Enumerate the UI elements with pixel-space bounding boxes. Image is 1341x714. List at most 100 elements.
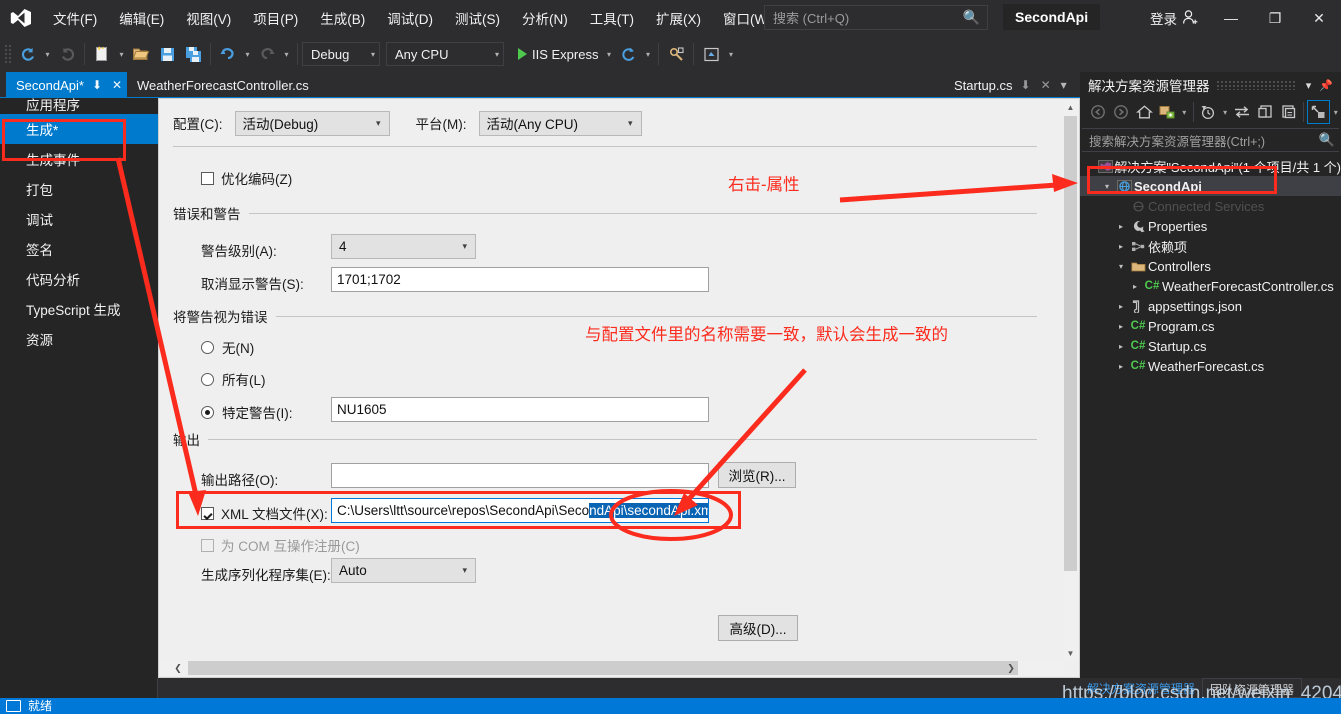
chevron-down-icon[interactable]: ▾ bbox=[1220, 100, 1231, 124]
toolbar-grip[interactable] bbox=[4, 44, 13, 64]
props-category-build[interactable]: 生成* bbox=[0, 114, 158, 144]
tree-item-connected-services[interactable]: Connected Services bbox=[1080, 196, 1341, 216]
props-category-application[interactable]: 应用程序 bbox=[0, 98, 158, 114]
properties-vertical-scrollbar[interactable]: ▲ ▼ bbox=[1063, 100, 1078, 661]
menu-debug[interactable]: 调试(D) bbox=[376, 0, 444, 36]
sync-with-active-document-icon[interactable] bbox=[1230, 100, 1253, 124]
navigate-forward-icon[interactable] bbox=[1109, 100, 1132, 124]
menu-extensions[interactable]: 扩展(X) bbox=[645, 0, 712, 36]
menu-tools[interactable]: 工具(T) bbox=[579, 0, 645, 36]
pin-icon[interactable]: 📌 bbox=[1315, 79, 1337, 92]
solution-explorer-search-input[interactable]: 搜索解决方案资源管理器(Ctrl+;) 🔍 bbox=[1082, 128, 1339, 152]
twisty-collapsed-icon[interactable]: ▸ bbox=[1114, 342, 1128, 351]
tree-item-weatherforecastcontroller[interactable]: ▸ C# WeatherForecastController.cs bbox=[1080, 276, 1341, 296]
tree-item-dependencies[interactable]: ▸ 依赖项 bbox=[1080, 236, 1341, 256]
props-category-resources[interactable]: 资源 bbox=[0, 324, 158, 354]
props-category-signing[interactable]: 签名 bbox=[0, 234, 158, 264]
suppress-warnings-input[interactable]: 1701;1702 bbox=[331, 267, 709, 292]
warning-level-combo[interactable]: 4 ▾ bbox=[331, 234, 476, 259]
props-category-debug[interactable]: 调试 bbox=[0, 204, 158, 234]
chevron-down-icon[interactable]: ▾ bbox=[1179, 100, 1190, 124]
chevron-down-icon[interactable]: ▾ bbox=[1059, 78, 1069, 92]
tab-startup[interactable]: Startup.cs ⬇ ✕ ▾ bbox=[944, 72, 1075, 98]
scroll-left-arrow-icon[interactable]: ❮ bbox=[170, 660, 186, 676]
tree-item-properties[interactable]: ▸ Properties bbox=[1080, 216, 1341, 236]
navigate-back-dropdown-icon[interactable]: ▾ bbox=[41, 41, 54, 67]
menu-view[interactable]: 视图(V) bbox=[175, 0, 242, 36]
properties-horizontal-scrollbar[interactable]: ❮ ❯ bbox=[160, 660, 1065, 676]
advanced-button[interactable]: 高级(D)... bbox=[718, 615, 798, 641]
redo-dropdown-icon[interactable]: ▾ bbox=[280, 41, 293, 67]
refresh-dropdown-icon[interactable]: ▾ bbox=[641, 41, 654, 67]
run-target-dropdown-icon[interactable]: ▾ bbox=[602, 41, 615, 67]
menu-build[interactable]: 生成(B) bbox=[309, 0, 376, 36]
twisty-collapsed-icon[interactable]: ▸ bbox=[1114, 222, 1128, 231]
props-category-code-analysis[interactable]: 代码分析 bbox=[0, 264, 158, 294]
horizontal-scrollbar-thumb[interactable] bbox=[188, 661, 1018, 675]
vertical-scrollbar-thumb[interactable] bbox=[1064, 116, 1077, 571]
tree-item-appsettings-json[interactable]: ▸ appsettings.json bbox=[1080, 296, 1341, 316]
twisty-collapsed-icon[interactable]: ▸ bbox=[1114, 362, 1128, 371]
navigate-back-icon[interactable] bbox=[15, 41, 41, 67]
taskview-icon[interactable] bbox=[6, 700, 21, 712]
preview-selected-items-icon[interactable] bbox=[1307, 100, 1331, 124]
configuration-combo[interactable]: 活动(Debug) ▾ bbox=[234, 110, 390, 136]
navigate-forward-icon[interactable] bbox=[54, 41, 80, 67]
sign-in-button[interactable]: 登录 bbox=[1150, 0, 1200, 36]
open-file-icon[interactable] bbox=[128, 41, 154, 67]
save-all-icon[interactable] bbox=[180, 41, 206, 67]
tab-secondapi-properties[interactable]: SecondApi* ⬇ ✕ bbox=[6, 72, 131, 98]
twisty-expanded-icon[interactable]: ▾ bbox=[1100, 182, 1114, 191]
minimize-button[interactable]: — bbox=[1209, 0, 1253, 36]
tab-weatherforecastcontroller[interactable]: WeatherForecastController.cs bbox=[127, 72, 315, 98]
tree-item-startup-cs[interactable]: ▸ C# Startup.cs bbox=[1080, 336, 1341, 356]
props-category-package[interactable]: 打包 bbox=[0, 174, 158, 204]
undo-dropdown-icon[interactable]: ▾ bbox=[241, 41, 254, 67]
refresh-icon[interactable] bbox=[615, 41, 641, 67]
solution-configuration-combo[interactable]: Debug ▾ bbox=[302, 42, 380, 66]
quick-search-input[interactable]: 搜索 (Ctrl+Q) 🔍 bbox=[764, 5, 988, 30]
treat-warnings-all-radio[interactable]: 所有(L) bbox=[201, 369, 266, 389]
close-icon[interactable]: ✕ bbox=[110, 78, 124, 92]
chevron-down-icon[interactable]: ▾ bbox=[1330, 100, 1341, 124]
specific-warnings-input[interactable]: NU1605 bbox=[331, 397, 709, 422]
twisty-collapsed-icon[interactable]: ▸ bbox=[1114, 302, 1128, 311]
scroll-right-arrow-icon[interactable]: ❯ bbox=[1003, 660, 1019, 676]
twisty-collapsed-icon[interactable]: ▸ bbox=[1128, 282, 1142, 291]
twisty-expanded-icon[interactable]: ▾ bbox=[1114, 262, 1128, 271]
new-project-icon[interactable] bbox=[89, 41, 115, 67]
home-icon[interactable] bbox=[1132, 100, 1155, 124]
pin-icon[interactable]: ⬇ bbox=[1019, 78, 1033, 92]
serialization-combo[interactable]: Auto ▾ bbox=[331, 558, 476, 583]
treat-warnings-none-radio[interactable]: 无(N) bbox=[201, 337, 254, 357]
menu-test[interactable]: 测试(S) bbox=[444, 0, 511, 36]
props-category-build-events[interactable]: 生成事件 bbox=[0, 144, 158, 174]
collapse-all-icon[interactable] bbox=[1156, 100, 1179, 124]
twisty-collapsed-icon[interactable]: ▸ bbox=[1114, 322, 1128, 331]
pin-icon[interactable]: ⬇ bbox=[90, 78, 104, 92]
tree-item-project-secondapi[interactable]: ▾ SecondApi bbox=[1080, 176, 1341, 196]
preview-icon[interactable] bbox=[698, 41, 724, 67]
props-category-typescript-build[interactable]: TypeScript 生成 bbox=[0, 294, 158, 324]
optimize-code-checkbox[interactable]: 优化编码(Z) bbox=[201, 168, 292, 188]
pending-changes-filter-icon[interactable] bbox=[1197, 100, 1220, 124]
new-project-dropdown-icon[interactable]: ▾ bbox=[115, 41, 128, 67]
solution-platform-combo[interactable]: Any CPU ▾ bbox=[386, 42, 504, 66]
hot-reload-icon[interactable] bbox=[663, 41, 689, 67]
start-debug-button[interactable]: IIS Express bbox=[512, 47, 602, 62]
menu-file[interactable]: 文件(F) bbox=[42, 0, 108, 36]
scroll-up-arrow-icon[interactable]: ▲ bbox=[1063, 100, 1078, 115]
close-icon[interactable]: ✕ bbox=[1039, 78, 1053, 92]
properties-window-icon[interactable] bbox=[1254, 100, 1277, 124]
browse-output-path-button[interactable]: 浏览(R)... bbox=[718, 462, 796, 488]
navigate-back-icon[interactable] bbox=[1086, 100, 1109, 124]
panel-drag-grip[interactable] bbox=[1215, 80, 1296, 90]
tree-item-solution[interactable]: 解决方案"SecondApi"(1 个项目/共 1 个) bbox=[1080, 156, 1341, 176]
close-button[interactable]: ✕ bbox=[1297, 0, 1341, 36]
treat-warnings-specific-radio[interactable]: 特定警告(I): bbox=[201, 402, 293, 422]
scroll-down-arrow-icon[interactable]: ▼ bbox=[1063, 646, 1078, 661]
xml-doc-path-input[interactable]: C:\Users\ltt\source\repos\SecondApi\Seco… bbox=[331, 498, 709, 523]
overflow-chevron-icon[interactable]: ▾ bbox=[724, 41, 737, 67]
restore-button[interactable]: ❐ bbox=[1253, 0, 1297, 36]
output-path-input[interactable] bbox=[331, 463, 709, 488]
